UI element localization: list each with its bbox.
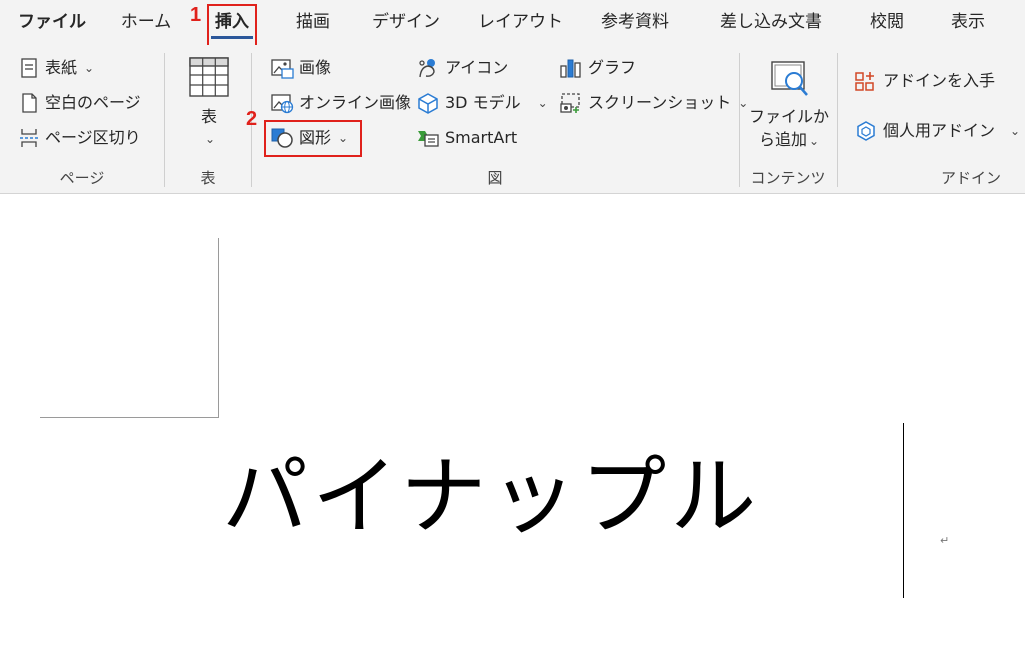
screenshot-button[interactable]: スクリーンショット ⌄ (559, 88, 748, 118)
chart-button[interactable]: グラフ (559, 53, 636, 83)
blank-page-icon (22, 93, 37, 113)
tab-references[interactable]: 参考資料 (594, 0, 676, 45)
3d-models-label: 3D モデル (445, 93, 521, 112)
margin-corner-mark (218, 238, 219, 418)
online-pictures-label: オンライン画像 (299, 93, 412, 112)
my-addins-button[interactable]: 個人用アドイン ⌄ (854, 116, 1020, 146)
tab-design[interactable]: デザイン (372, 0, 440, 45)
add-from-file-label-1: ファイルか (748, 107, 829, 126)
shapes-button-highlight (264, 120, 362, 157)
add-from-file-button[interactable]: ファイルか ら追加 ⌄ (748, 59, 830, 153)
table-button[interactable]: 表 ⌄ (182, 55, 236, 151)
tab-layout[interactable]: レイアウト (478, 0, 563, 45)
page-break-button[interactable]: ページ区切り (18, 123, 141, 153)
smartart-label: SmartArt (445, 128, 518, 147)
pictures-button[interactable]: 画像 (270, 53, 331, 83)
add-from-file-label-2: ら追加 (758, 130, 807, 149)
margin-corner-mark (40, 417, 219, 418)
step-2-marker: 2 (246, 108, 258, 130)
table-icon (189, 57, 229, 97)
store-addin-icon (855, 72, 874, 91)
blank-page-label: 空白のページ (45, 93, 141, 112)
group-label-pages: ページ (59, 169, 105, 187)
ribbon-tab-bar: ファイル ホーム 挿入 描画 デザイン レイアウト 参考資料 差し込み文書 校閲… (0, 0, 1025, 45)
group-label-addins: アドイン (940, 169, 1001, 187)
group-label-content: コンテンツ (750, 169, 826, 187)
chevron-down-icon: ⌄ (84, 61, 95, 75)
cover-page-button[interactable]: 表紙 ⌄ (18, 53, 94, 83)
online-picture-icon (271, 94, 294, 114)
page-break-label: ページ区切り (45, 128, 141, 147)
group-label-table: 表 (200, 169, 216, 187)
screenshot-icon (560, 93, 580, 113)
cover-page-icon (21, 58, 37, 78)
my-addins-label: 個人用アドイン (883, 121, 996, 140)
document-body-text[interactable]: パイナップル (222, 442, 760, 552)
chevron-down-icon: ⌄ (537, 96, 548, 110)
insert-tab-highlight (207, 4, 257, 50)
text-cursor (903, 423, 904, 598)
hexagon-addin-icon (857, 121, 875, 141)
icons-label: アイコン (445, 58, 509, 77)
cube-3d-icon (418, 93, 438, 114)
blank-page-button[interactable]: 空白のページ (18, 88, 141, 118)
group-separator (837, 53, 838, 187)
ribbon-insert: 表紙 ⌄ 空白のページ ページ区切り ページ 表 ⌄ 表 画像 オンライン画像 … (0, 45, 1025, 194)
group-separator (739, 53, 740, 187)
group-label-illustrations: 図 (487, 169, 503, 187)
tab-review[interactable]: 校閲 (866, 0, 908, 45)
chart-icon (560, 59, 581, 78)
tab-mailings[interactable]: 差し込み文書 (714, 0, 828, 45)
icons-insert-icon (419, 59, 435, 78)
page-break-icon (20, 129, 38, 147)
paragraph-mark: ↵ (940, 534, 950, 547)
get-addins-button[interactable]: アドインを入手 (854, 66, 995, 96)
chevron-down-icon: ⌄ (808, 134, 820, 148)
cover-page-label: 表紙 (45, 58, 78, 77)
get-addins-label: アドインを入手 (883, 71, 996, 90)
smartart-icon (418, 131, 439, 147)
chevron-down-icon: ⌄ (204, 132, 216, 146)
picture-icon (271, 59, 294, 79)
document-page[interactable]: パイナップル ↵ (0, 194, 1025, 645)
pictures-label: 画像 (299, 58, 332, 77)
tab-file[interactable]: ファイル (18, 0, 86, 45)
icons-button[interactable]: アイコン (416, 53, 508, 83)
table-label: 表 (200, 107, 217, 126)
smartart-button[interactable]: SmartArt (416, 123, 517, 153)
3d-models-button[interactable]: 3D モデル ⌄ (416, 88, 548, 118)
step-1-marker: 1 (190, 4, 202, 26)
document-search-icon (771, 61, 808, 96)
tab-draw[interactable]: 描画 (291, 0, 335, 45)
screenshot-label: スクリーンショット (588, 93, 732, 112)
chart-label: グラフ (588, 58, 637, 77)
group-separator (164, 53, 165, 187)
online-pictures-button[interactable]: オンライン画像 (270, 88, 411, 118)
chevron-down-icon: ⌄ (1010, 124, 1021, 138)
tab-home[interactable]: ホーム (120, 0, 172, 45)
tab-view[interactable]: 表示 (947, 0, 989, 45)
